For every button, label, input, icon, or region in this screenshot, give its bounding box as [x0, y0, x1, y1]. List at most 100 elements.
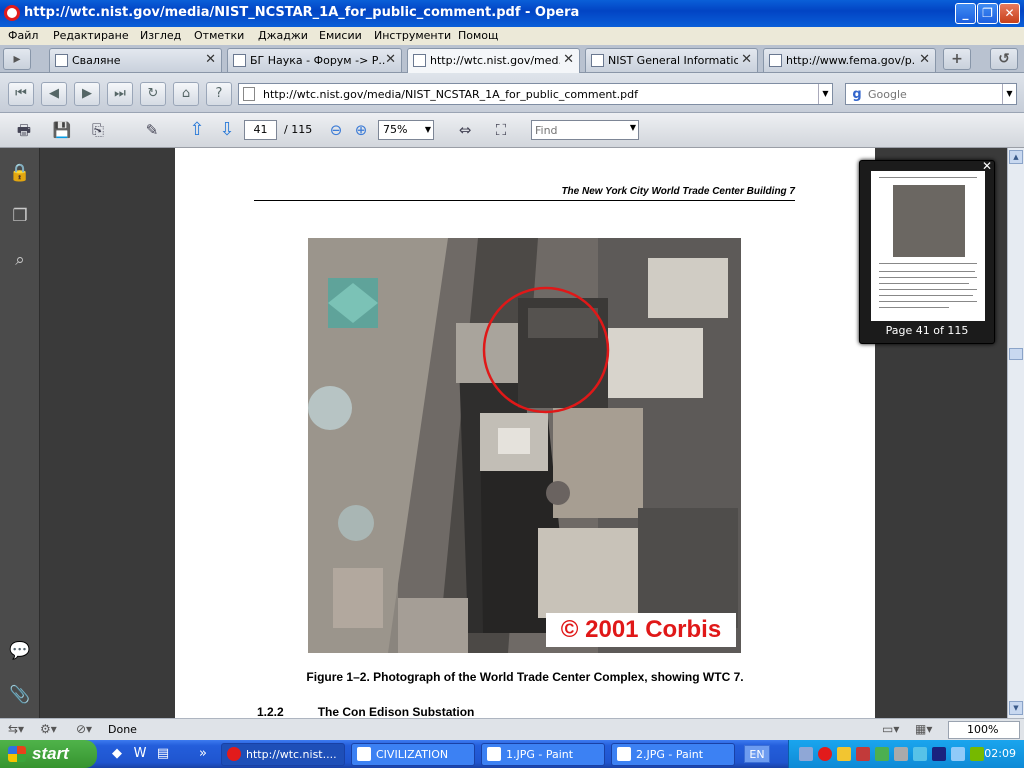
- google-icon: g: [852, 87, 862, 102]
- comment-icon[interactable]: ✎: [140, 118, 164, 142]
- language-indicator[interactable]: EN: [744, 745, 770, 763]
- shield-icon[interactable]: [837, 747, 851, 761]
- opera-tray-icon[interactable]: [818, 747, 832, 761]
- close-icon[interactable]: ✕: [205, 52, 216, 67]
- reload-button[interactable]: ↻: [140, 82, 166, 106]
- menu-bookmarks[interactable]: Отметки: [194, 29, 244, 42]
- fast-forward-button[interactable]: ⏭: [107, 82, 133, 106]
- quicklaunch-icon[interactable]: ◆: [108, 745, 126, 763]
- thumbnail-line: [879, 295, 973, 296]
- tray-app-icon[interactable]: [875, 747, 889, 761]
- tray-app-icon[interactable]: [913, 747, 927, 761]
- zoom-indicator[interactable]: 100%: [948, 721, 1020, 739]
- page-number-input[interactable]: 41: [244, 120, 277, 140]
- address-field[interactable]: http://wtc.nist.gov/media/NIST_NCSTAR_1A…: [238, 83, 833, 105]
- task-paint-2[interactable]: 2.JPG - Paint: [611, 743, 735, 766]
- comments-icon[interactable]: 💬: [9, 640, 31, 662]
- close-icon[interactable]: ✕: [385, 52, 396, 67]
- minimize-button[interactable]: _: [955, 3, 976, 24]
- find-box[interactable]: ▼: [531, 120, 639, 140]
- tab-nist-info[interactable]: NIST General Information ✕: [585, 48, 758, 72]
- close-icon[interactable]: ✕: [563, 52, 574, 67]
- lock-icon[interactable]: 🔒: [9, 162, 31, 184]
- trash-tabs-button[interactable]: ↺: [990, 48, 1018, 70]
- attachment-icon[interactable]: 📎: [9, 684, 31, 706]
- zoom-select[interactable]: 75% ▼: [378, 120, 434, 140]
- menu-bar: Файл Редактиране Изглед Отметки Джаджи Е…: [0, 27, 1024, 45]
- window-icon[interactable]: ▭▾: [882, 722, 899, 736]
- view-icon[interactable]: ▦▾: [915, 722, 932, 736]
- vertical-scrollbar[interactable]: ▲ ▼: [1007, 148, 1024, 718]
- task-civilization[interactable]: CIVILIZATION: [351, 743, 475, 766]
- word-icon[interactable]: W: [131, 745, 149, 763]
- network-icon[interactable]: ⇆▾: [8, 722, 24, 736]
- menu-tools[interactable]: Инструменти: [374, 29, 451, 42]
- calculator-icon[interactable]: ▤: [154, 745, 172, 763]
- tab-forum[interactable]: БГ Наука - Форум -> Р... ✕: [227, 48, 402, 72]
- search-box[interactable]: g ▼: [845, 83, 1017, 105]
- close-icon[interactable]: ✕: [919, 52, 930, 67]
- tab-nist-pdf[interactable]: http://wtc.nist.gov/med... ✕: [407, 48, 580, 73]
- binoculars-icon[interactable]: ⌕: [9, 249, 31, 271]
- section-title: The Con Edison Substation: [317, 705, 475, 718]
- panel-toggle-button[interactable]: ▸: [3, 48, 31, 70]
- menu-help[interactable]: Помощ: [458, 29, 498, 42]
- fit-page-icon[interactable]: ⛶: [489, 118, 513, 142]
- tray-app-icon[interactable]: [894, 747, 908, 761]
- flag-icon[interactable]: [856, 747, 870, 761]
- wand-button[interactable]: ?: [206, 82, 232, 106]
- zoom-out-icon[interactable]: ⊖: [324, 118, 348, 142]
- share-icon[interactable]: ⎘: [86, 118, 110, 142]
- tab-fema[interactable]: http://www.fema.gov/p... ✕: [763, 48, 936, 72]
- status-bar: ⇆▾ ⚙▾ ⊘▾ Done ▭▾ ▦▾ 100%: [0, 718, 1024, 740]
- task-opera[interactable]: http://wtc.nist....: [221, 743, 345, 766]
- zoom-in-icon[interactable]: ⊕: [349, 118, 373, 142]
- opera-logo-icon[interactable]: [4, 5, 20, 21]
- traffic-icon[interactable]: ⚙▾: [40, 722, 57, 736]
- tab-downloads[interactable]: Сваляне ✕: [49, 48, 222, 72]
- tab-label: NIST General Information: [608, 54, 738, 67]
- menu-edit[interactable]: Редактиране: [53, 29, 129, 42]
- close-button[interactable]: ✕: [999, 3, 1020, 24]
- next-page-icon[interactable]: ⇩: [215, 118, 239, 142]
- menu-view[interactable]: Изглед: [140, 29, 181, 42]
- menu-widgets[interactable]: Джаджи: [258, 29, 308, 42]
- print-icon[interactable]: 🖶: [12, 118, 36, 142]
- scroll-up-icon[interactable]: ▲: [1009, 150, 1023, 164]
- chevron-right-icon[interactable]: »: [194, 745, 212, 763]
- pages-icon[interactable]: ❐: [9, 205, 31, 227]
- thumbnail-line: [879, 283, 969, 284]
- task-paint-1[interactable]: 1.JPG - Paint: [481, 743, 605, 766]
- running-header: The New York City World Trade Center Bui…: [561, 186, 795, 197]
- tray-app-icon[interactable]: [799, 747, 813, 761]
- content-blocker-icon[interactable]: ⊘▾: [76, 722, 92, 736]
- nvidia-icon[interactable]: [970, 747, 984, 761]
- page-thumbnail[interactable]: [871, 171, 985, 321]
- scroll-thumb[interactable]: [1009, 348, 1023, 360]
- menu-file[interactable]: Файл: [8, 29, 38, 42]
- rewind-button[interactable]: ⏮: [8, 82, 34, 106]
- scroll-down-icon[interactable]: ▼: [1009, 701, 1023, 715]
- forward-button[interactable]: ▶: [74, 82, 100, 106]
- back-button[interactable]: ◀: [41, 82, 67, 106]
- fit-width-icon[interactable]: ⇔: [453, 118, 477, 142]
- nist-logo-icon: [591, 54, 604, 67]
- home-button[interactable]: ⌂: [173, 82, 199, 106]
- chevron-down-icon[interactable]: ▼: [630, 123, 636, 132]
- search-input[interactable]: [868, 86, 996, 102]
- new-tab-button[interactable]: +: [943, 48, 971, 70]
- save-icon[interactable]: 💾: [50, 118, 74, 142]
- media-icon[interactable]: [932, 747, 946, 761]
- menu-feeds[interactable]: Емисии: [319, 29, 362, 42]
- chevron-down-icon[interactable]: ▼: [818, 84, 832, 104]
- pdf-viewer: 🔒 ❐ ⌕ 💬 📎 The New York City World Trade …: [0, 148, 1024, 718]
- search-icon[interactable]: [951, 747, 965, 761]
- start-label: start: [32, 744, 69, 763]
- close-icon[interactable]: ✕: [741, 52, 752, 67]
- chevron-down-icon[interactable]: ▼: [1002, 84, 1016, 104]
- previous-page-icon[interactable]: ⇧: [185, 118, 209, 142]
- restore-button[interactable]: ❐: [977, 3, 998, 24]
- find-input[interactable]: [535, 123, 625, 137]
- start-button[interactable]: start: [0, 740, 97, 768]
- address-text: http://wtc.nist.gov/media/NIST_NCSTAR_1A…: [263, 88, 638, 101]
